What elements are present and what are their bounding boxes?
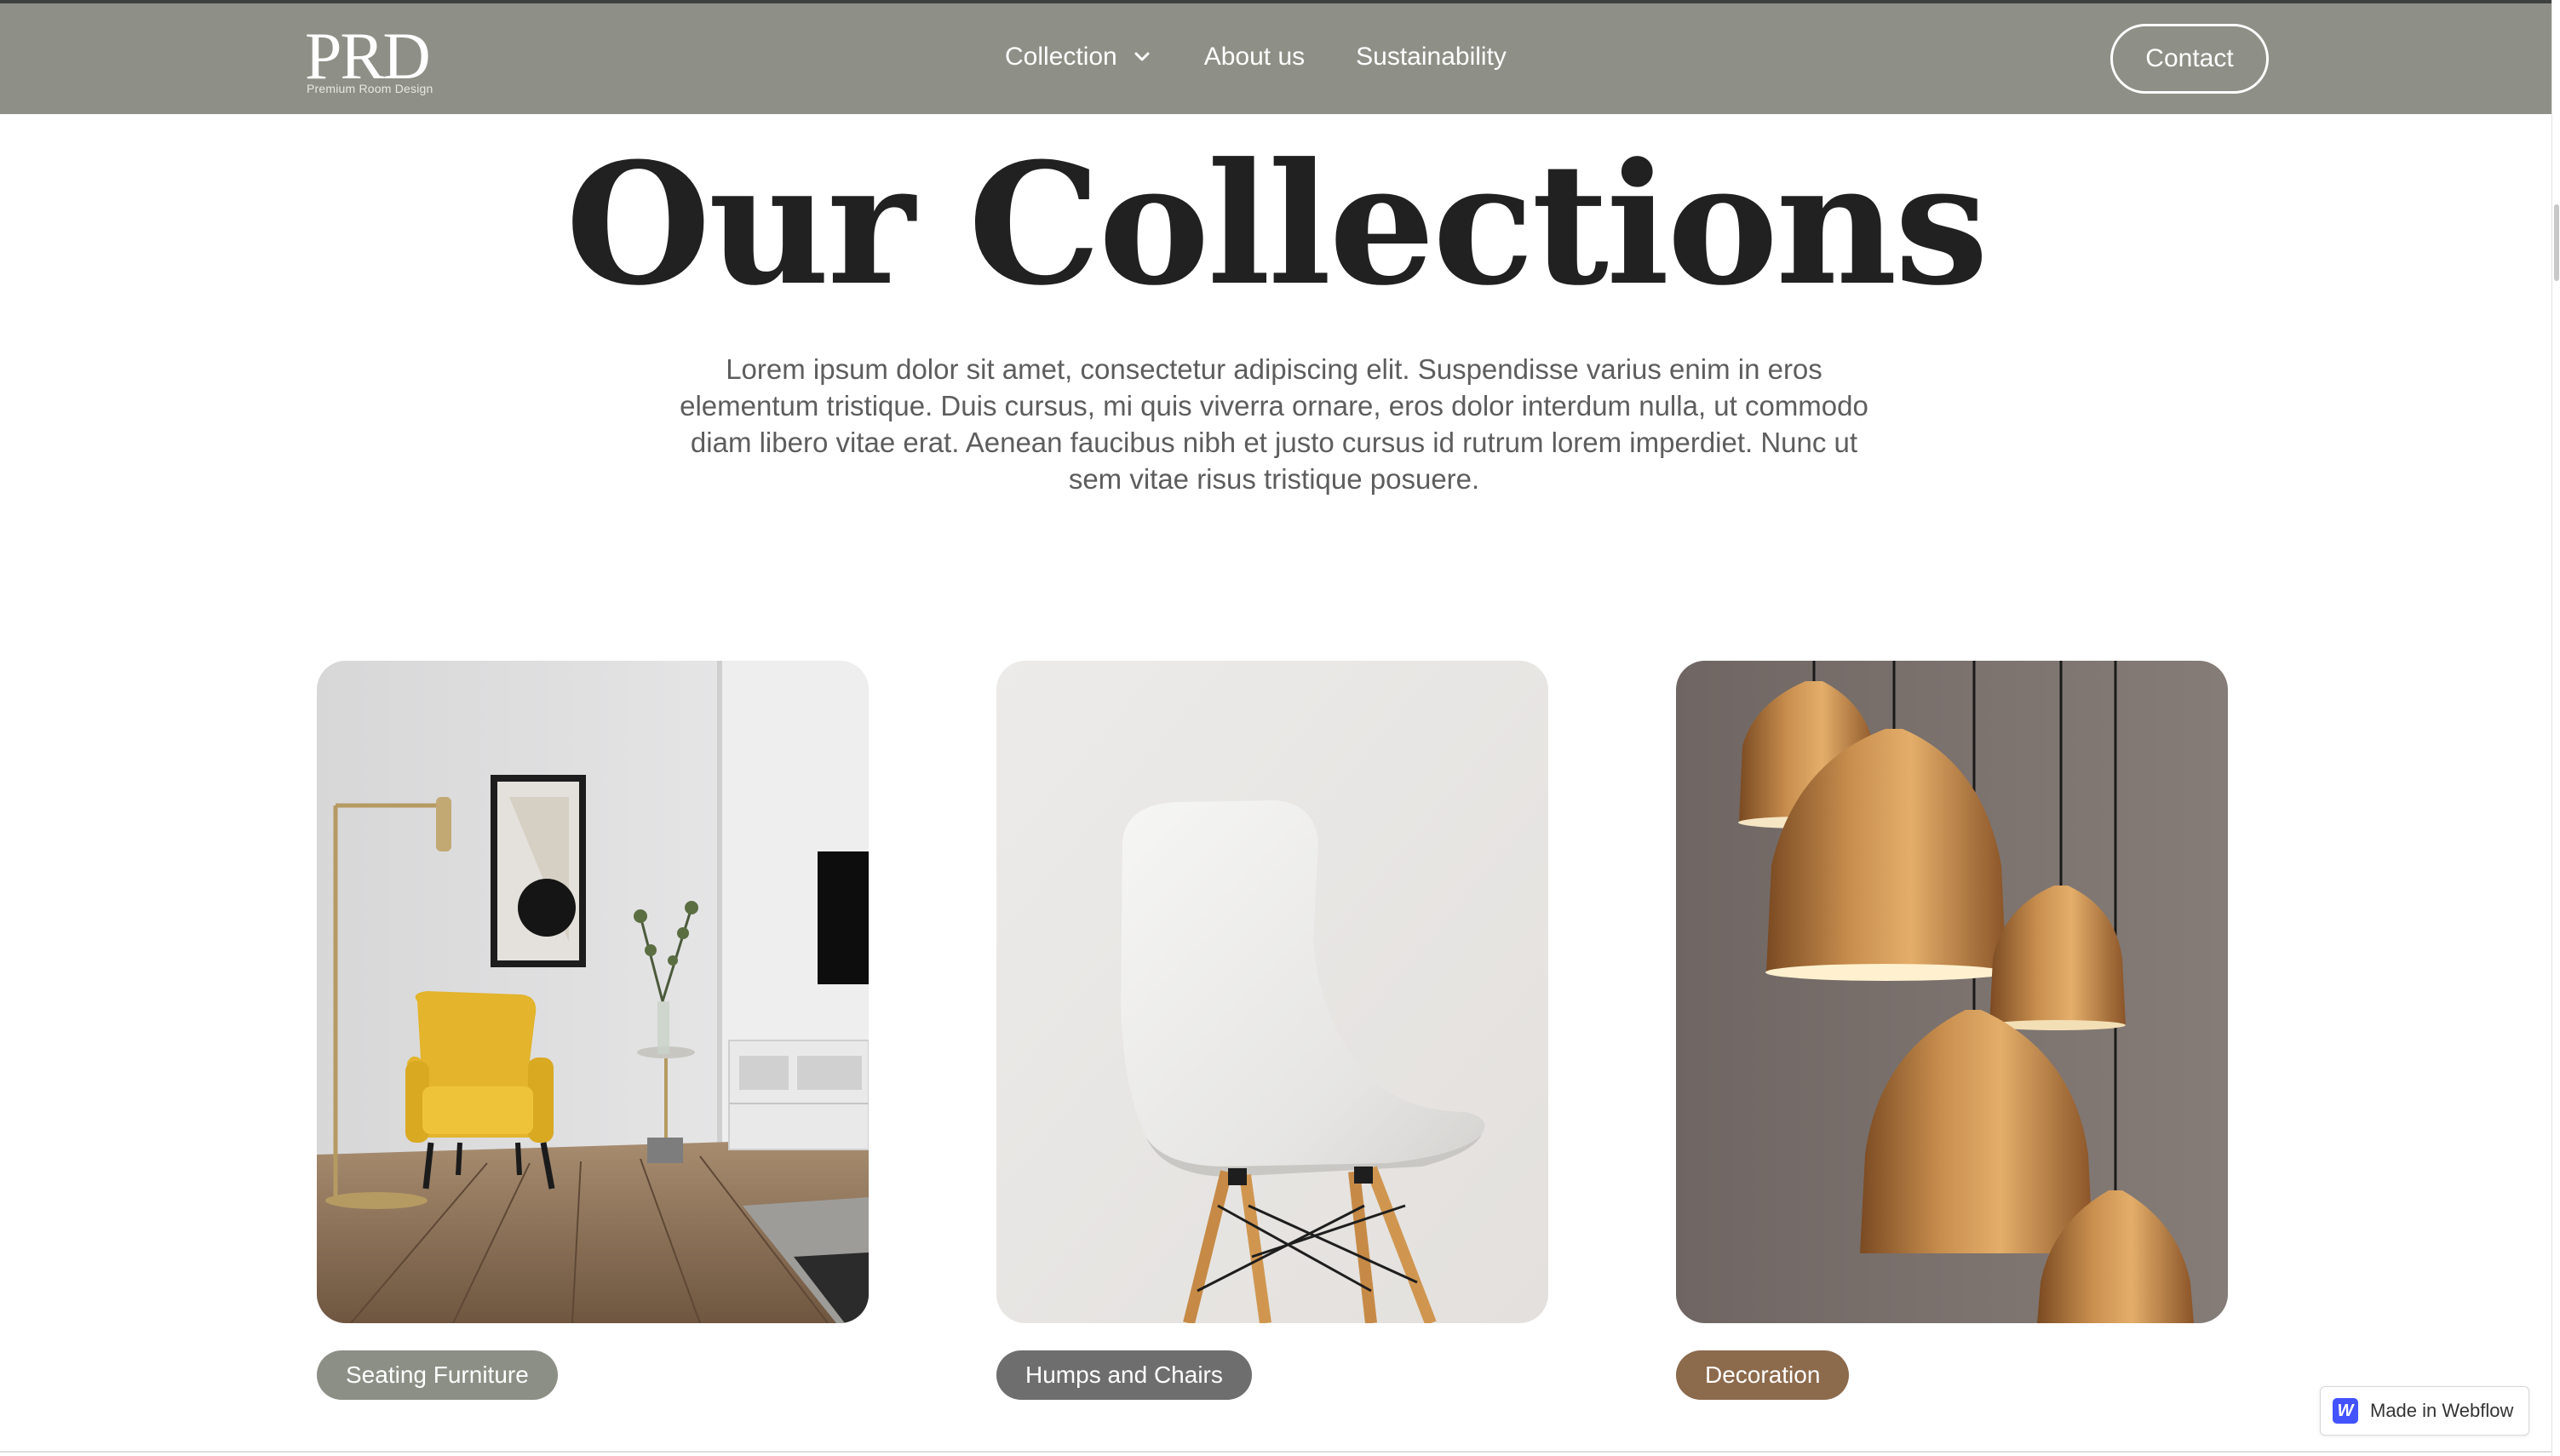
hero-description: Lorem ipsum dolor sit amet, consectetur …: [680, 353, 1868, 495]
white-chair-illustration: [996, 661, 1548, 1323]
contact-button[interactable]: Contact: [2110, 24, 2269, 94]
collection-tag[interactable]: Seating Furniture: [317, 1350, 558, 1400]
nav-item-label: About us: [1203, 43, 1306, 71]
collection-tag[interactable]: Humps and Chairs: [996, 1350, 1252, 1400]
nav-item-label: Sustainability: [1356, 43, 1507, 71]
collection-card-seating-furniture: Seating Furniture: [317, 661, 869, 1402]
collection-card-decoration: Decoration: [1676, 661, 2228, 1402]
nav-item-label: Collection: [1005, 43, 1117, 71]
collection-card-humps-and-chairs: Humps and Chairs: [996, 661, 1548, 1402]
page-title: Our Collections: [565, 127, 1989, 323]
logo[interactable]: PRD Premium Room Design: [305, 20, 450, 99]
pendant-lamps-illustration: [1676, 661, 2228, 1323]
scrollbar-thumb[interactable]: [2554, 204, 2559, 281]
nav-item-sustainability[interactable]: Sustainability: [1356, 36, 1507, 78]
nav-menu: Collection About us Sustainability: [1005, 36, 1507, 78]
page-viewport: PRD Premium Room Design Collection About…: [0, 0, 2551, 1453]
logo-tagline: Premium Room Design: [307, 82, 433, 95]
nav-item-collection[interactable]: Collection: [1005, 36, 1153, 78]
nav-item-about-us[interactable]: About us: [1204, 36, 1305, 78]
seating-furniture-image[interactable]: [317, 661, 869, 1323]
humps-and-chairs-image[interactable]: [996, 661, 1548, 1323]
webflow-icon: W: [2333, 1398, 2358, 1424]
living-room-illustration: [317, 661, 869, 1323]
section-divider: [0, 1451, 2551, 1453]
navbar: PRD Premium Room Design Collection About…: [0, 3, 2551, 114]
badge-label: Made in Webflow: [2370, 1400, 2514, 1421]
decoration-image[interactable]: [1676, 661, 2228, 1323]
made-in-webflow-badge[interactable]: W Made in Webflow: [2320, 1386, 2529, 1436]
collection-tag[interactable]: Decoration: [1676, 1350, 1850, 1400]
chevron-down-icon: [1134, 52, 1150, 61]
browser-frame: PRD Premium Room Design Collection About…: [0, 0, 2560, 1456]
